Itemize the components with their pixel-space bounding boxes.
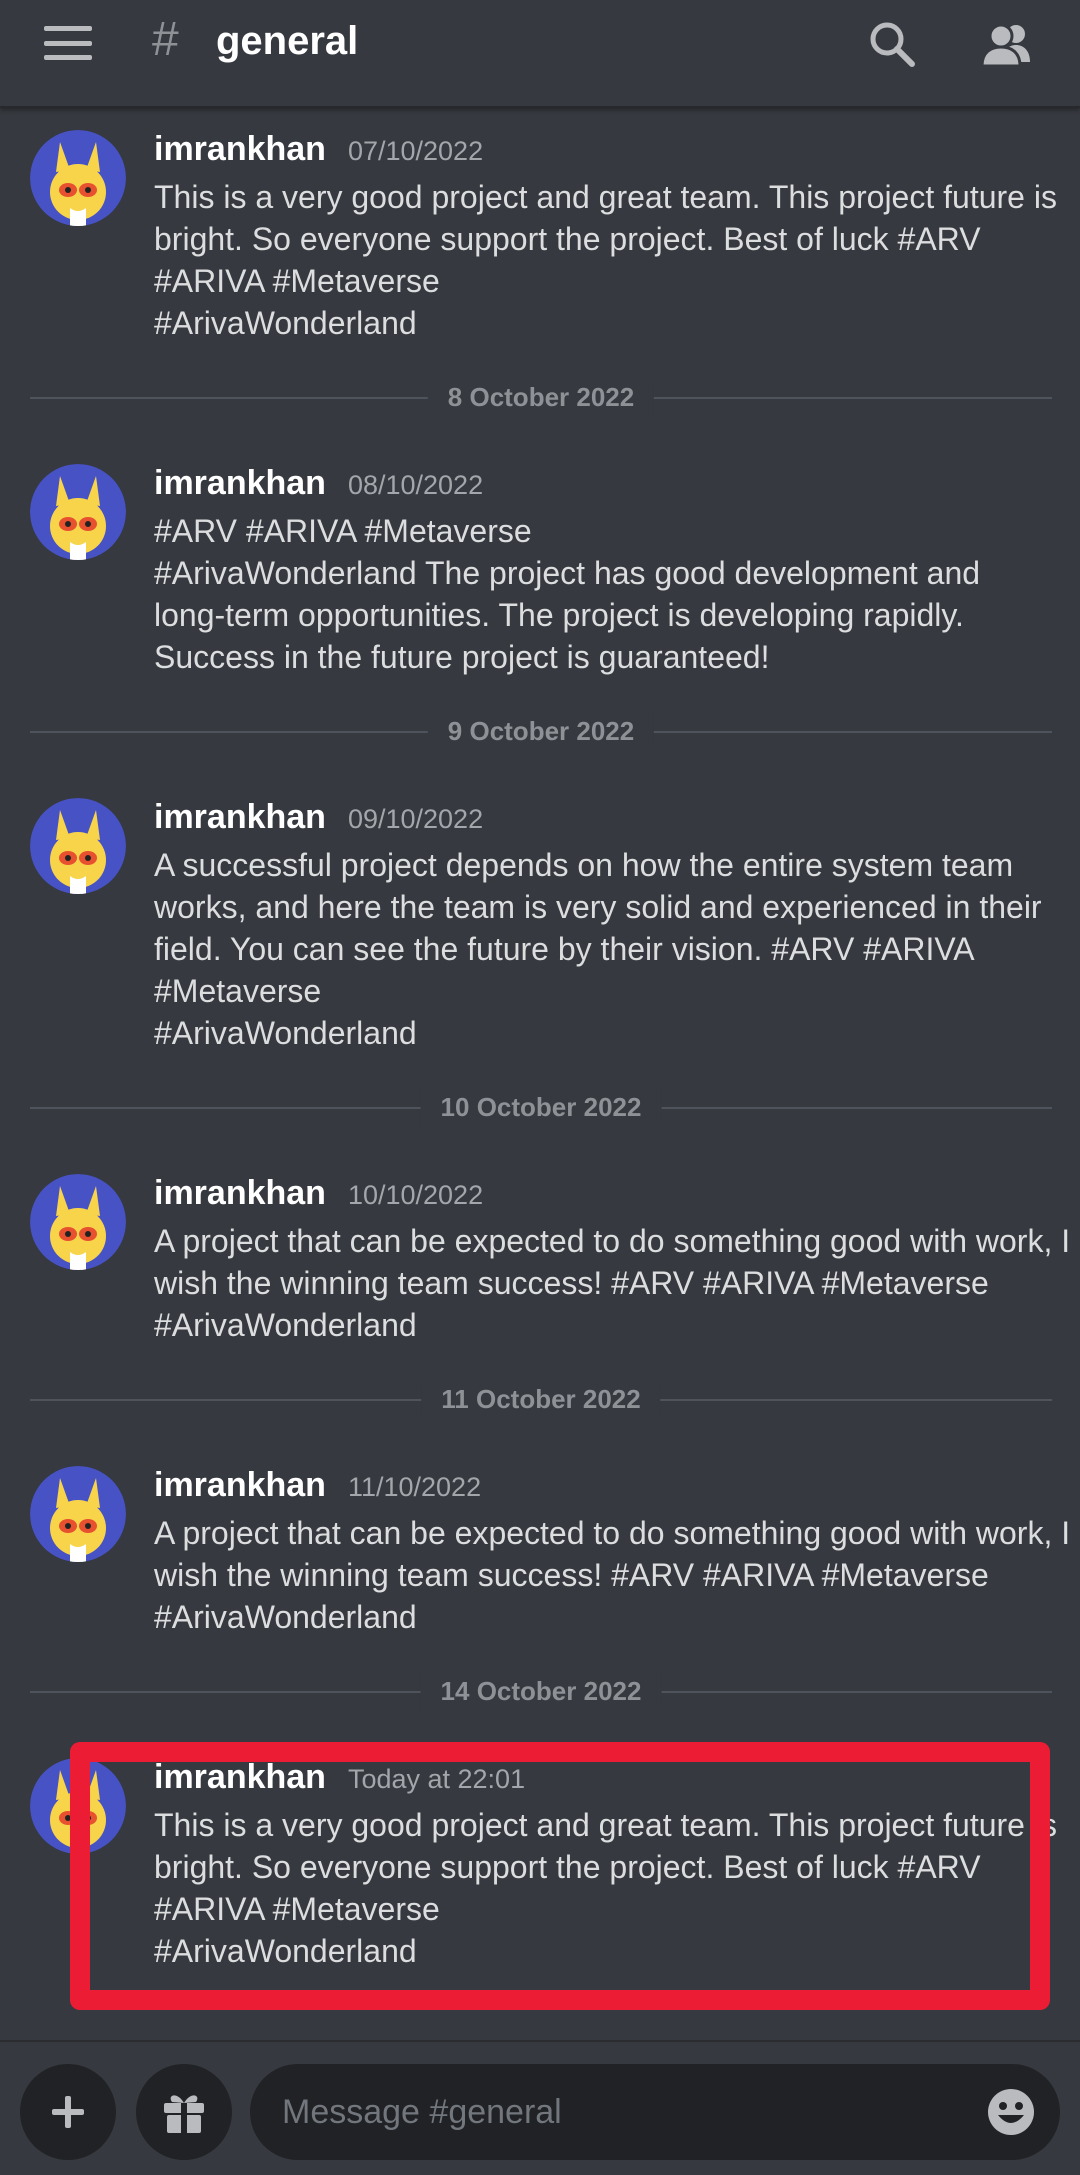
message-header: imrankhan Today at 22:01 [154, 1758, 525, 1797]
message-text: This is a very good project and great te… [154, 1804, 1057, 1972]
message-list[interactable]: imrankhan 07/10/2022 This is a very good… [0, 110, 1080, 2040]
channel-title: general [216, 19, 359, 63]
plus-icon [52, 2096, 84, 2128]
message-header: imrankhan 09/10/2022 [154, 798, 483, 837]
message-line: #ArivaWonderland [154, 305, 417, 341]
message-header: imrankhan 07/10/2022 [154, 130, 483, 169]
date-divider-label: 10 October 2022 [420, 1087, 662, 1127]
members-icon[interactable] [980, 18, 1032, 70]
chat-message[interactable]: imrankhan 07/10/2022 This is a very good… [0, 130, 1080, 360]
username[interactable]: imrankhan [154, 1758, 326, 1797]
user-avatar[interactable] [30, 1174, 126, 1270]
date-divider: 11 October 2022 [30, 1379, 1052, 1419]
message-text: A project that can be expected to do som… [154, 1512, 1071, 1638]
message-line: #ARV #ARIVA #Metaverse [154, 513, 532, 549]
message-line: bright. So everyone support the project.… [154, 221, 981, 257]
message-line: A project that can be expected to do som… [154, 1223, 1071, 1259]
date-divider: 14 October 2022 [30, 1671, 1052, 1711]
username[interactable]: imrankhan [154, 1466, 326, 1505]
chat-message[interactable]: imrankhan 09/10/2022 A successful projec… [0, 798, 1080, 1068]
chat-message[interactable]: imrankhan Today at 22:01 This is a very … [0, 1758, 1080, 1988]
message-line: #ArivaWonderland [154, 1015, 417, 1051]
date-divider-label: 11 October 2022 [421, 1379, 661, 1419]
channel-hash-icon: # [152, 13, 179, 66]
message-header: imrankhan 11/10/2022 [154, 1466, 481, 1505]
message-timestamp: 08/10/2022 [347, 470, 484, 500]
message-text: A project that can be expected to do som… [154, 1220, 1071, 1346]
username[interactable]: imrankhan [154, 464, 326, 503]
message-input-box[interactable] [250, 2064, 1060, 2160]
message-line: field. You can see the future by their v… [154, 931, 975, 967]
user-avatar[interactable] [30, 1758, 126, 1854]
message-line: #ARIVA #Metaverse [154, 1891, 440, 1927]
message-line: #ArivaWonderland The project has good de… [154, 555, 981, 591]
chat-message[interactable]: imrankhan 11/10/2022 A project that can … [0, 1466, 1080, 1656]
user-avatar[interactable] [30, 1466, 126, 1562]
user-avatar[interactable] [30, 130, 126, 226]
message-timestamp: 10/10/2022 [347, 1180, 484, 1210]
date-divider: 9 October 2022 [30, 711, 1052, 751]
message-line: long-term opportunities. The project is … [154, 597, 964, 633]
message-line: A successful project depends on how the … [154, 847, 1014, 883]
message-header: imrankhan 10/10/2022 [154, 1174, 483, 1213]
username[interactable]: imrankhan [154, 1174, 326, 1213]
message-text: This is a very good project and great te… [154, 176, 1057, 344]
add-attachment-button[interactable] [20, 2064, 116, 2160]
message-line: wish the winning team success! #ARV #ARI… [154, 1557, 989, 1593]
user-avatar[interactable] [30, 464, 126, 560]
message-line: bright. So everyone support the project.… [154, 1849, 981, 1885]
channel-header: # general [0, 0, 1080, 108]
message-text: #ARV #ARIVA #Metaverse #ArivaWonderland … [154, 510, 1054, 678]
gift-icon [164, 2095, 204, 2133]
message-line: #ArivaWonderland [154, 1599, 417, 1635]
message-line: This is a very good project and great te… [154, 1807, 1057, 1843]
message-timestamp: 09/10/2022 [347, 804, 484, 834]
message-timestamp: Today at 22:01 [347, 1764, 526, 1794]
message-line: #Metaverse [154, 973, 322, 1009]
chat-message[interactable]: imrankhan 10/10/2022 A project that can … [0, 1174, 1080, 1364]
emoji-icon[interactable] [986, 2087, 1036, 2137]
hamburger-menu-icon[interactable] [44, 26, 92, 60]
gift-button[interactable] [136, 2064, 232, 2160]
date-divider: 10 October 2022 [30, 1087, 1052, 1127]
username[interactable]: imrankhan [154, 130, 326, 169]
message-line: A project that can be expected to do som… [154, 1515, 1071, 1551]
date-divider: 8 October 2022 [30, 377, 1052, 417]
message-composer [0, 2040, 1080, 2175]
message-line: Success in the future project is guarant… [154, 639, 770, 675]
message-line: wish the winning team success! #ARV #ARI… [154, 1265, 989, 1301]
date-divider-label: 14 October 2022 [420, 1671, 662, 1711]
user-avatar[interactable] [30, 798, 126, 894]
date-divider-label: 8 October 2022 [427, 377, 655, 417]
message-timestamp: 07/10/2022 [347, 136, 484, 166]
chat-message[interactable]: imrankhan 08/10/2022 #ARV #ARIVA #Metave… [0, 464, 1080, 694]
message-line: #ArivaWonderland [154, 1933, 417, 1969]
message-text: A successful project depends on how the … [154, 844, 1054, 1054]
search-icon[interactable] [866, 18, 918, 70]
message-header: imrankhan 08/10/2022 [154, 464, 483, 503]
username[interactable]: imrankhan [154, 798, 326, 837]
message-line: works, and here the team is very solid a… [154, 889, 1042, 925]
message-line: #ArivaWonderland [154, 1307, 417, 1343]
message-line: This is a very good project and great te… [154, 179, 1057, 215]
message-line: #ARIVA #Metaverse [154, 263, 440, 299]
message-input[interactable] [282, 2064, 922, 2160]
message-timestamp: 11/10/2022 [347, 1472, 482, 1502]
date-divider-label: 9 October 2022 [427, 711, 655, 751]
